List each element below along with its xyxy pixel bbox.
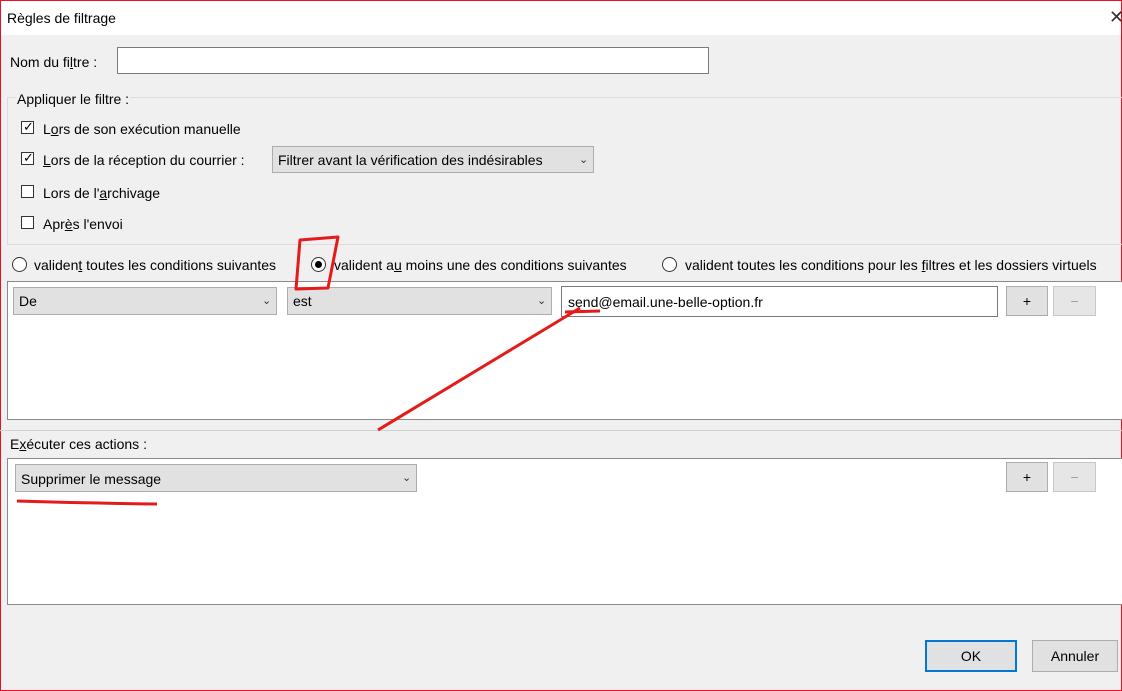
match-any-label: valident au moins une des conditions sui…: [334, 257, 627, 273]
close-icon[interactable]: ✕: [1109, 7, 1122, 27]
after-send-label: Après l'envoi: [43, 216, 123, 232]
manual-run-label: Lors de son exécution manuelle: [43, 121, 241, 137]
condition-field-value: De: [19, 293, 37, 309]
chevron-down-icon: ⌄: [262, 295, 272, 307]
condition-field-select[interactable]: De ⌄: [13, 287, 277, 315]
chevron-down-icon: ⌄: [402, 472, 412, 484]
remove-condition-button[interactable]: −: [1053, 286, 1096, 316]
after-send-checkbox[interactable]: [21, 216, 34, 229]
filter-name-label: Nom du filtre :: [10, 54, 98, 70]
ok-button[interactable]: OK: [925, 640, 1017, 672]
filter-timing-select[interactable]: Filtrer avant la vérification des indési…: [272, 146, 594, 173]
on-receive-label: Lors de la réception du courrier :: [43, 152, 245, 168]
actions-legend: Exécuter ces actions :: [10, 436, 147, 452]
cancel-button[interactable]: Annuler: [1032, 640, 1118, 672]
actions-divider: [0, 430, 1122, 431]
condition-operator-select[interactable]: est ⌄: [287, 287, 552, 315]
manual-run-checkbox[interactable]: ✓: [21, 119, 34, 134]
match-any-radio[interactable]: [311, 257, 326, 272]
match-virtual-radio[interactable]: [662, 257, 677, 272]
on-receive-checkbox[interactable]: ✓: [21, 150, 34, 165]
match-all-label: valident toutes les conditions suivantes: [34, 257, 277, 273]
archive-label: Lors de l'archivage: [43, 185, 161, 201]
apply-filter-legend: Appliquer le filtre :: [16, 91, 131, 107]
condition-operator-value: est: [293, 293, 312, 309]
remove-action-button[interactable]: −: [1053, 462, 1096, 492]
match-all-radio[interactable]: [12, 257, 27, 272]
title-bar: Règles de filtrage ✕: [1, 1, 1122, 35]
match-virtual-label: valident toutes les conditions pour les …: [685, 257, 1097, 273]
chevron-down-icon: ⌄: [537, 295, 547, 307]
add-condition-button[interactable]: +: [1006, 286, 1048, 316]
check-icon: ✓: [23, 150, 34, 165]
condition-value-input[interactable]: send@email.une-belle-option.fr: [561, 286, 998, 317]
check-icon: ✓: [23, 119, 34, 134]
condition-value-text: send@email.une-belle-option.fr: [568, 294, 763, 310]
filter-name-input[interactable]: [117, 47, 709, 74]
chevron-down-icon: ⌄: [579, 154, 589, 166]
action-select[interactable]: Supprimer le message ⌄: [15, 464, 417, 492]
filter-timing-value: Filtrer avant la vérification des indési…: [278, 152, 543, 168]
radio-selected-dot: [315, 261, 322, 268]
archive-checkbox[interactable]: [21, 185, 34, 198]
action-select-value: Supprimer le message: [21, 471, 162, 487]
add-action-button[interactable]: +: [1006, 462, 1048, 492]
window-title: Règles de filtrage: [7, 10, 116, 26]
